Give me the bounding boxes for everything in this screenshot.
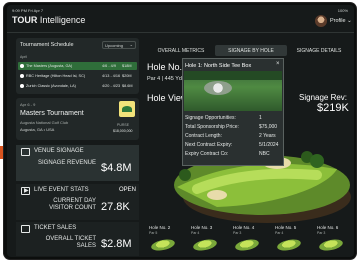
metric-live-event[interactable]: ▶ LIVE EVENT STATS OPEN CURRENT DAY VISI… xyxy=(16,184,139,220)
hole-subtitle: Par 4 | 445 Yds xyxy=(147,76,185,82)
hole-green-image xyxy=(192,237,218,253)
schedule-filter-value: Upcoming xyxy=(105,43,124,48)
schedule-row[interactable]: Zurich Classic (Avondale, LA) 4/20 - 4/2… xyxy=(18,82,137,90)
popup-field-value: 5/1/2024 xyxy=(259,142,279,148)
trees-image xyxy=(184,71,282,80)
hole-thumb[interactable]: Hole No. 4 Par 3 xyxy=(231,223,262,255)
thumb-name: Hole No. 2 xyxy=(149,225,171,230)
tab-signage-details[interactable]: SIGNAGE DETAILS xyxy=(287,45,351,56)
popup-field-label: Signage Opportunities: xyxy=(185,115,236,121)
purse-label: PURSE xyxy=(117,123,130,127)
popup-field-label: Total Sponsorship Price: xyxy=(185,124,239,130)
chevron-down-icon: ⌄ xyxy=(129,42,133,47)
thumb-par: Par 4 xyxy=(191,231,200,235)
close-icon[interactable]: × xyxy=(276,61,280,67)
masters-logo xyxy=(119,101,135,117)
thumb-name: Hole No. 4 xyxy=(233,225,255,230)
thumb-par: Par 3 xyxy=(233,231,242,235)
tournament-name: Masters Tournament xyxy=(20,110,84,117)
app-title-rest: Intelligence xyxy=(37,15,86,25)
avatar[interactable] xyxy=(315,15,327,27)
metric-label: CURRENT DAY VISITOR COUNT xyxy=(49,198,96,211)
schedule-row[interactable]: The Masters (Augusta, GA) 4/6 - 4/9 $18M xyxy=(18,62,137,70)
metric-label: OVERALL TICKET SALES xyxy=(45,236,96,249)
row-prize: $18M xyxy=(122,64,132,68)
popup-field-value: 2 Years xyxy=(259,133,276,139)
tournament-dates: Apr 6 - 9 xyxy=(20,102,36,107)
thumb-name: Hole No. 3 xyxy=(191,225,213,230)
metric-ticket-sales[interactable]: TICKET SALES OVERALL TICKET SALES $2.8M xyxy=(16,222,139,256)
thumb-name: Hole No. 6 xyxy=(317,225,339,230)
tournament-logo-icon xyxy=(20,64,24,68)
row-name: RBC Heritage (Hilton Head Isl, SC) xyxy=(26,74,86,78)
metric-venue-signage[interactable]: VENUE SIGNAGE SIGNAGE REVENUE $4.8M xyxy=(16,145,139,181)
hole-thumb[interactable]: Hole No. 5 Par 4 xyxy=(273,223,304,255)
tournament-logo-icon xyxy=(20,84,24,88)
row-name: Zurich Classic (Avondale, LA) xyxy=(26,84,76,88)
tab-overall-metrics[interactable]: OVERALL METRICS xyxy=(147,45,215,56)
hole-green-image xyxy=(150,237,176,253)
profile-button[interactable]: Profile ⌄ xyxy=(330,18,352,24)
popup-field-value: 1 xyxy=(259,115,262,121)
metric-title: VENUE SIGNAGE xyxy=(34,148,84,154)
popup-title: Hole 1: North Side Tee Box xyxy=(185,63,252,69)
thumb-par: Par 3 xyxy=(317,231,326,235)
popup-field-label: Next Contract Expiry: xyxy=(185,142,233,148)
play-icon: ▶ xyxy=(21,187,30,195)
schedule-month: April xyxy=(20,55,28,59)
row-date: 4/20 - 4/23 xyxy=(102,84,121,88)
signage-revenue-value: $219K xyxy=(317,102,349,114)
thumb-name: Hole No. 5 xyxy=(275,225,297,230)
thumb-par: Par 5 xyxy=(149,231,158,235)
popup-field-label: Contract Length: xyxy=(185,133,222,139)
app-title: TOUR Intelligence xyxy=(12,15,85,25)
crowd-image xyxy=(204,81,232,95)
hole-thumb[interactable]: Hole No. 6 Par 3 xyxy=(315,223,346,255)
row-date: 4/6 - 4/9 xyxy=(102,64,116,68)
status-badge: OPEN xyxy=(119,187,137,193)
profile-label: Profile xyxy=(330,18,346,24)
tournament-logo-icon xyxy=(20,74,24,78)
row-prize: $20M xyxy=(122,74,132,78)
metric-value: $4.8M xyxy=(101,162,132,174)
metric-label: SIGNAGE REVENUE xyxy=(37,160,96,166)
tournament-club: Augusta National Golf Club xyxy=(20,120,69,125)
thumb-par: Par 4 xyxy=(275,231,284,235)
schedule-title: Tournament Schedule xyxy=(20,42,74,48)
tee-box-photo xyxy=(184,71,282,111)
tablet-frame: 9:09 PM Fri Apr 7 100% TOUR Intelligence… xyxy=(4,3,356,259)
signage-icon xyxy=(21,148,30,156)
metric-value: 27.8K xyxy=(101,201,130,213)
signage-revenue-label: Signage Rev: xyxy=(299,93,348,102)
header-divider xyxy=(7,32,354,33)
hole-green-image xyxy=(234,237,260,253)
tab-signage-by-hole[interactable]: SIGNAGE BY HOLE xyxy=(215,45,287,56)
hole-green-image xyxy=(318,237,344,253)
hole-green-image xyxy=(276,237,302,253)
app-title-bold: TOUR xyxy=(12,15,38,25)
hole-thumb[interactable]: Hole No. 3 Par 4 xyxy=(189,223,220,255)
popup-field-value: NBC xyxy=(259,151,270,157)
tournament-location: Augusta, GA • USA xyxy=(20,127,55,132)
row-prize: $8.6M xyxy=(122,84,133,88)
row-date: 4/13 - 4/16 xyxy=(102,74,121,78)
schedule-filter-dropdown[interactable]: Upcoming ⌄ xyxy=(102,41,136,49)
popup-field-label: Expiry Contract Co: xyxy=(185,151,229,157)
row-name: The Masters (Augusta, GA) xyxy=(26,64,73,68)
purse-value: $18,000,000 xyxy=(113,129,133,133)
hole-thumb[interactable]: Hole No. 2 Par 5 xyxy=(147,223,178,255)
metric-value: $2.8M xyxy=(101,238,132,250)
battery-status: 100% xyxy=(337,8,348,13)
metric-title: TICKET SALES xyxy=(34,225,77,231)
tab-bar: OVERALL METRICS SIGNAGE BY HOLE SIGNAGE … xyxy=(147,45,351,56)
status-time: 9:09 PM Fri Apr 7 xyxy=(12,8,44,13)
app-screen: 9:09 PM Fri Apr 7 100% TOUR Intelligence… xyxy=(7,5,354,257)
schedule-row[interactable]: RBC Heritage (Hilton Head Isl, SC) 4/13 … xyxy=(18,72,137,80)
popup-field-value: $75,000 xyxy=(259,124,278,130)
chevron-down-icon: ⌄ xyxy=(347,18,352,24)
ticket-icon xyxy=(21,225,30,233)
